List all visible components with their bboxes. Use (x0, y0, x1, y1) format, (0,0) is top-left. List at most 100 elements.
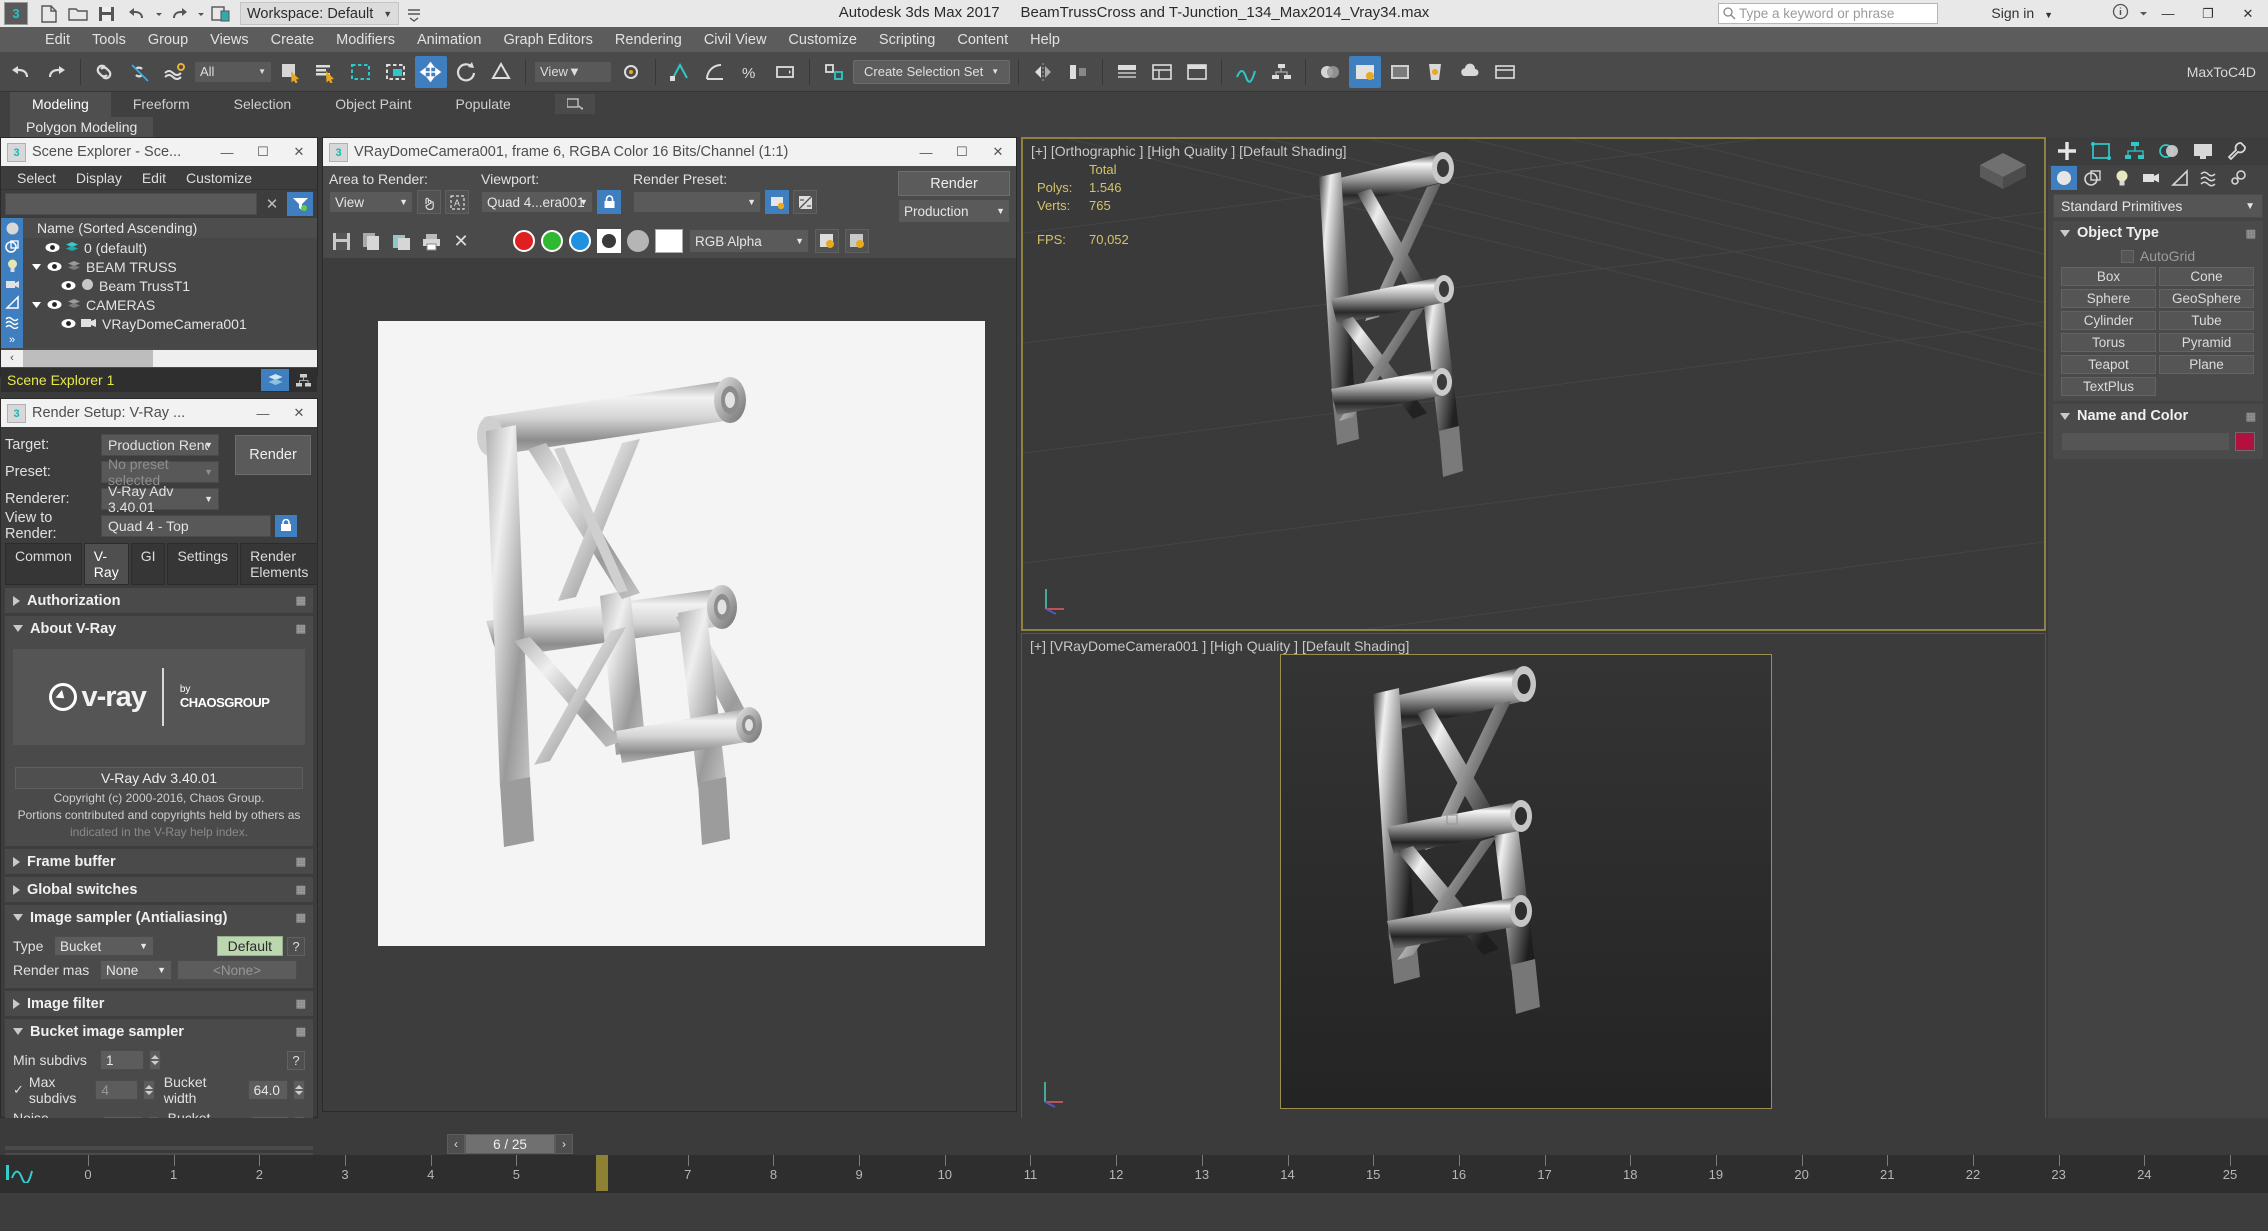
close-button[interactable]: ✕ (281, 138, 317, 166)
maximize-button[interactable]: ❐ (2188, 0, 2228, 27)
hierarchy-tab-icon[interactable] (2119, 138, 2151, 164)
eye-icon[interactable] (47, 297, 62, 313)
window-crossing-icon[interactable] (380, 56, 412, 88)
percent-snap-icon[interactable]: % (734, 56, 766, 88)
maximize-button[interactable]: ☐ (944, 138, 980, 166)
rollout-object-type-header[interactable]: Object Type ▦ (2053, 221, 2263, 245)
create-tube-button[interactable]: Tube (2159, 311, 2254, 330)
hierarchy-view-toggle-icon[interactable] (289, 369, 317, 391)
rendered-image[interactable] (378, 321, 985, 946)
bind-to-space-warp-icon[interactable] (159, 56, 191, 88)
tree-column-header[interactable]: Name (Sorted Ascending) (23, 218, 317, 238)
ribbon-overflow-icon[interactable] (555, 94, 595, 114)
info-icon[interactable] (2112, 3, 2129, 24)
select-by-name-icon[interactable] (310, 56, 342, 88)
create-geosphere-button[interactable]: GeoSphere (2159, 289, 2254, 308)
scene-explorer-tab-label[interactable]: Scene Explorer 1 (1, 372, 261, 388)
curve-editor-icon[interactable] (1230, 56, 1262, 88)
filter-shapes-icon[interactable] (2, 239, 22, 256)
minimize-button[interactable]: — (245, 399, 281, 427)
tab-settings[interactable]: Settings (167, 543, 239, 585)
rollout-image-sampler-header[interactable]: Image sampler (Antialiasing) ▦ (5, 905, 313, 930)
help-button[interactable]: ? (287, 1050, 305, 1070)
mini-curve-editor-icon[interactable] (6, 1163, 42, 1185)
scene-explorer-tree[interactable]: Name (Sorted Ascending) 0 (default) BEAM… (23, 218, 317, 348)
close-button[interactable]: ✕ (2228, 0, 2268, 27)
menu-item-help[interactable]: Help (1019, 29, 1071, 51)
min-subdivs-input[interactable]: 1 (100, 1050, 144, 1070)
rendered-frame-window-icon[interactable] (1384, 56, 1416, 88)
enable-red-channel-icon[interactable] (815, 229, 839, 253)
render-setup-icon[interactable] (765, 190, 789, 214)
rollout-bucket-sampler-header[interactable]: Bucket image sampler ▦ (5, 1019, 313, 1044)
rollout-about-vray-header[interactable]: About V-Ray ▦ (5, 616, 313, 641)
menu-item-views[interactable]: Views (199, 29, 259, 51)
rollout-frame-buffer-header[interactable]: Frame buffer ▦ (5, 849, 313, 874)
list-item[interactable]: Beam TrussT1 (23, 276, 317, 295)
menu-item-modifiers[interactable]: Modifiers (325, 29, 406, 51)
expand-filters-icon[interactable]: » (2, 331, 22, 348)
helpers-category-icon[interactable] (2167, 166, 2193, 190)
renderer-combo[interactable]: V-Ray Adv 3.40.01 ▼ (101, 483, 219, 515)
help-button[interactable]: ? (287, 936, 305, 956)
eye-icon[interactable] (45, 240, 60, 256)
rectangular-selection-region-icon[interactable] (345, 56, 377, 88)
truss-model-orthographic[interactable] (1023, 139, 2044, 629)
minimize-button[interactable]: — (209, 138, 245, 166)
max-subdivs-input[interactable]: 4 (95, 1080, 139, 1100)
open-asset-tracking-icon[interactable] (1489, 56, 1521, 88)
clear-image-icon[interactable]: ✕ (449, 229, 473, 253)
close-button[interactable]: ✕ (281, 399, 317, 427)
lock-viewport-icon[interactable] (597, 190, 621, 214)
clear-search-icon[interactable]: ✕ (261, 195, 283, 213)
scene-explorer-icon[interactable] (1146, 56, 1178, 88)
scroll-left-icon[interactable]: ‹ (1, 349, 23, 367)
tab-vray[interactable]: V-Ray (83, 543, 129, 585)
timeline-ruler[interactable]: 0123456789101112131415161718192021222324… (0, 1155, 2268, 1193)
render-mask-combo[interactable]: None ▼ (100, 960, 172, 980)
close-button[interactable]: ✕ (980, 138, 1016, 166)
menu-item-civil-view[interactable]: Civil View (693, 29, 778, 51)
systems-category-icon[interactable] (2225, 166, 2251, 190)
camera-safe-frame[interactable] (1280, 654, 1772, 1109)
rollout-name-and-color-header[interactable]: Name and Color ▦ (2053, 404, 2263, 428)
create-sphere-button[interactable]: Sphere (2061, 289, 2156, 308)
object-name-input[interactable] (2061, 432, 2230, 451)
prev-frame-button[interactable]: ‹ (447, 1134, 465, 1154)
viewport-label-camera[interactable]: [+] [VRayDomeCamera001 ] [High Quality ]… (1030, 638, 1409, 654)
layer-view-toggle-icon[interactable] (261, 369, 289, 391)
selection-filter-combo[interactable]: All ▼ (194, 60, 272, 83)
bucket-width-input[interactable]: 64.0 (247, 1080, 289, 1100)
render-in-cloud-icon[interactable] (1454, 56, 1486, 88)
copy-image-icon[interactable] (359, 229, 383, 253)
list-item[interactable]: 0 (default) (23, 238, 317, 257)
filter-space-warps-icon[interactable] (2, 313, 22, 330)
minimize-button[interactable]: — (2148, 0, 2188, 27)
select-and-link-icon[interactable] (89, 56, 121, 88)
clone-image-icon[interactable] (389, 229, 413, 253)
rfw-preset-combo[interactable]: ▼ (633, 191, 761, 213)
scene-explorer-titlebar[interactable]: 3 Scene Explorer - Sce... — ☐ ✕ (1, 138, 317, 166)
menu-item-scripting[interactable]: Scripting (868, 29, 946, 51)
snaps-toggle-icon[interactable] (664, 56, 696, 88)
print-image-icon[interactable] (419, 229, 443, 253)
save-image-icon[interactable] (329, 229, 353, 253)
menu-item-create[interactable]: Create (260, 29, 326, 51)
ribbon-tab-selection[interactable]: Selection (212, 92, 314, 117)
alpha-channel-icon[interactable] (597, 229, 621, 253)
eye-icon[interactable] (61, 316, 76, 332)
render-production-icon[interactable] (1419, 56, 1451, 88)
object-color-swatch[interactable] (2235, 432, 2255, 451)
viewport-label-orthographic[interactable]: [+] [Orthographic ] [High Quality ] [Def… (1031, 143, 1347, 159)
tab-common[interactable]: Common (5, 543, 82, 585)
eye-icon[interactable] (61, 278, 76, 294)
eye-icon[interactable] (47, 259, 62, 275)
align-icon[interactable] (1062, 56, 1094, 88)
lights-category-icon[interactable] (2109, 166, 2135, 190)
view-to-render-combo[interactable]: Quad 4 - Top (101, 514, 271, 537)
se-menu-select[interactable]: Select (7, 168, 66, 188)
unlink-selection-icon[interactable] (124, 56, 156, 88)
utilities-tab-icon[interactable] (2221, 138, 2253, 164)
mono-channel-icon[interactable] (627, 230, 649, 252)
area-to-render-combo[interactable]: View ▼ (329, 191, 413, 213)
